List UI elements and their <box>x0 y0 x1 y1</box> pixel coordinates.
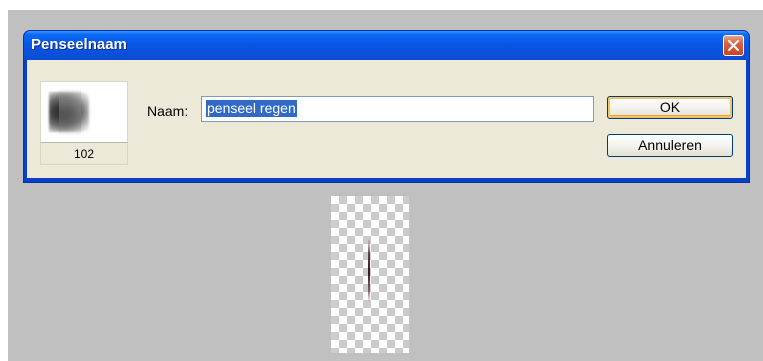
dialog-body: 102 Naam: penseel regen OK Annuleren <box>27 60 746 178</box>
brush-stroke-mark <box>368 238 370 302</box>
name-label: Naam: <box>147 103 189 119</box>
name-input-value: penseel regen <box>206 100 297 117</box>
cancel-button[interactable]: Annuleren <box>607 134 733 157</box>
dialog-titlebar[interactable]: Penseelnaam <box>24 31 749 60</box>
dialog-title: Penseelnaam <box>31 36 127 53</box>
brush-size-label: 102 <box>40 143 128 165</box>
brush-name-dialog: Penseelnaam 102 Naam: penseel regen OK A… <box>23 30 750 183</box>
close-button[interactable] <box>723 35 744 56</box>
ok-button[interactable]: OK <box>607 96 733 119</box>
brush-preview-thumbnail <box>40 81 128 143</box>
document-canvas[interactable] <box>331 196 409 353</box>
name-input[interactable]: penseel regen <box>201 96 594 122</box>
close-icon <box>728 40 739 51</box>
